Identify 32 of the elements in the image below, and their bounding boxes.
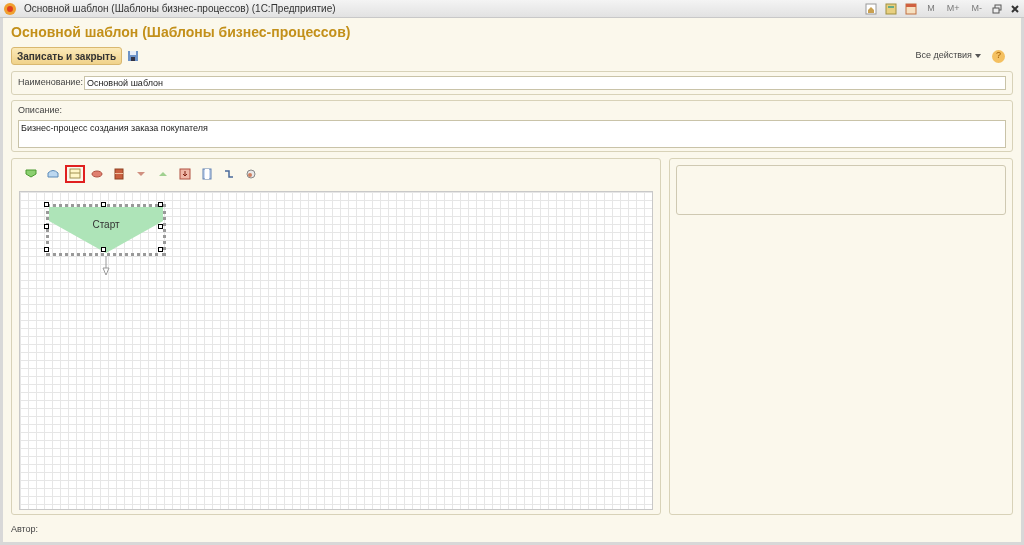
calculator-icon[interactable] <box>885 2 898 15</box>
memory-button[interactable]: M+ <box>944 1 962 16</box>
resize-handle[interactable] <box>44 224 49 229</box>
node-label: Старт <box>91 218 121 232</box>
author-label: Автор: <box>11 523 40 536</box>
description-label: Описание: <box>18 104 63 117</box>
name-label: Наименование: <box>18 76 83 90</box>
map-canvas[interactable]: Старт <box>19 191 653 510</box>
memory-button[interactable]: M- <box>969 1 984 16</box>
save-and-close-button[interactable]: Записать и закрыть <box>11 47 123 65</box>
caret-icon <box>975 54 981 58</box>
resize-handle[interactable] <box>158 224 163 229</box>
memory-button[interactable]: M <box>925 1 937 16</box>
resize-handle[interactable] <box>44 202 49 207</box>
connector-arrow <box>102 256 110 276</box>
form-title: Основной шаблон (Шаблоны бизнес-процессов) <box>11 23 352 42</box>
calendar-icon[interactable] <box>905 2 918 15</box>
close-icon[interactable] <box>1010 3 1020 14</box>
resize-handle[interactable] <box>101 202 106 207</box>
home-icon[interactable] <box>865 2 878 15</box>
name-input-field[interactable]: Основной шаблон <box>83 76 1006 90</box>
app-logo-icon <box>4 2 16 15</box>
resize-handle[interactable] <box>158 202 163 207</box>
start-node[interactable]: Старт <box>46 204 166 256</box>
save-icon[interactable] <box>127 50 140 62</box>
activity-icon[interactable] <box>65 165 85 183</box>
resize-handle[interactable] <box>44 247 49 252</box>
window-title: Основной шаблон (Шаблоны бизнес-процессов) (1С:Предприятие) <box>24 2 337 16</box>
resize-handle[interactable] <box>101 247 106 252</box>
restore-icon[interactable] <box>992 3 1002 14</box>
resize-handle[interactable] <box>158 247 163 252</box>
description-input-field[interactable]: Бизнес-процесс создания заказа покупателя <box>18 119 1006 148</box>
